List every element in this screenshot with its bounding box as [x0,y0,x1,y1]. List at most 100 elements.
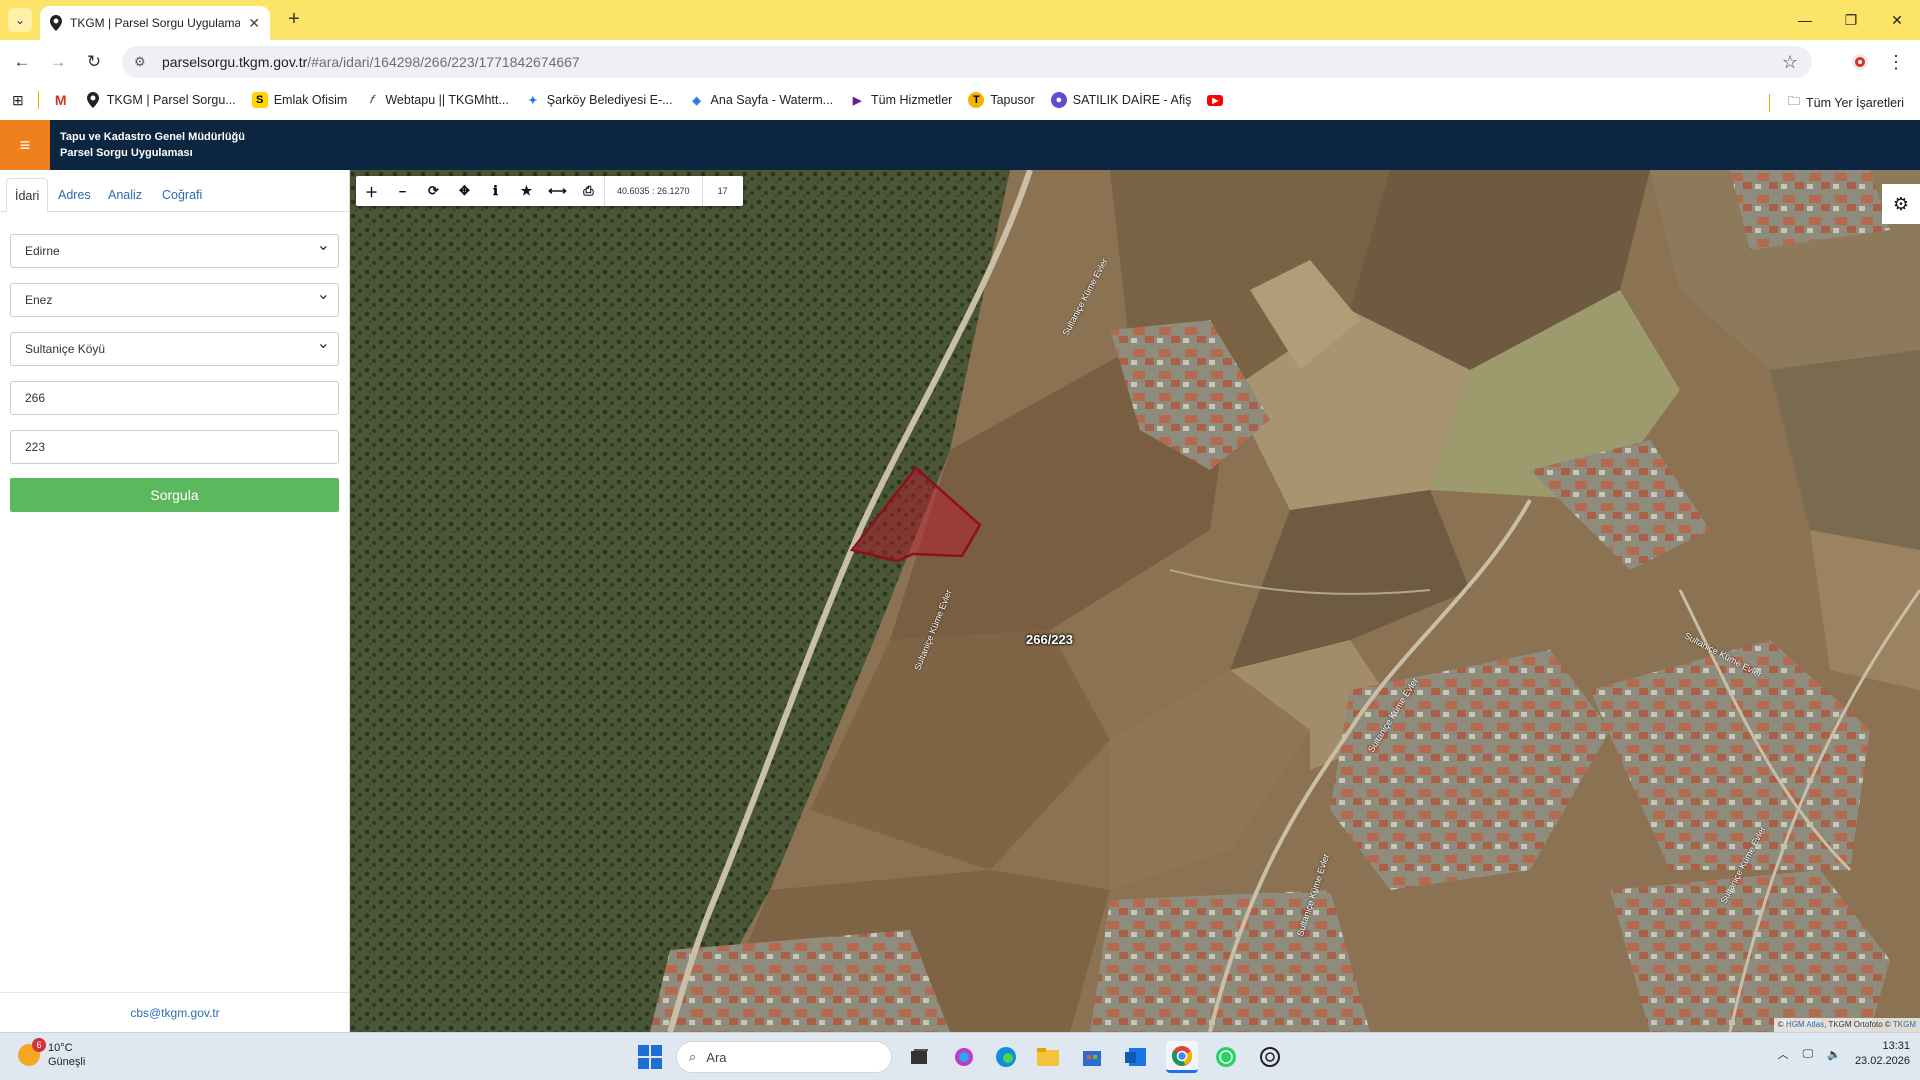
bookmark-sarkoy-belediyesi[interactable]: ✦ Şarköy Belediyesi E-... [525,92,672,108]
neighborhood-select[interactable]: Sultaniçe Köyü [10,328,339,366]
minimize-icon[interactable]: — [1782,0,1828,40]
tab-adres[interactable]: Adres [50,178,99,212]
map-view[interactable]: ＋ − ⟳ ✥ ℹ ★ ⟷ ⎙ 40.6035 : 26.1270 17 ⚙ S… [350,170,1920,1032]
tab-title: TKGM | Parsel Sorgu Uygulaması [70,16,241,30]
all-bookmarks[interactable]: 🗀 Tüm Yer İşaretleri [1768,92,1904,113]
microsoft-365-icon[interactable] [948,1041,980,1073]
search-icon: ⌕ [689,1049,697,1064]
site-info-icon[interactable]: ⚙ [134,54,156,70]
bookmark-gmail[interactable]: M [53,92,69,108]
show-hidden-icons-chevron-icon[interactable]: ︿ [1778,1046,1789,1062]
weather-widget[interactable]: 6 10°C Güneşli [18,1038,86,1069]
tkgm-link[interactable]: TKGM [1893,1020,1916,1029]
province-select[interactable]: Edirne [10,230,339,268]
query-panel: İdari Adres Analiz Coğrafi Edirne Enez S… [0,170,350,1032]
parcel-label[interactable]: 266/223 [1026,632,1073,647]
star-icon[interactable]: ★ [511,176,542,206]
apps-grid-icon[interactable]: ⊞ [12,92,24,109]
extension-icon[interactable] [1850,52,1870,72]
file-explorer-icon[interactable] [1032,1041,1064,1073]
sun-icon: 6 [18,1038,46,1066]
address-bar[interactable]: ⚙ parselsorgu.tkgm.gov.tr/#ara/idari/164… [122,46,1812,78]
district-select[interactable]: Enez [10,279,339,317]
bookmarks-separator [1768,93,1770,112]
browser-menu-icon[interactable]: ⋮ [1886,52,1906,72]
tab-cografi[interactable]: Coğrafi [154,178,210,212]
microsoft-store-icon[interactable] [1076,1041,1108,1073]
s-logo-icon: S [251,92,268,108]
bookmark-tum-hizmetler[interactable]: ▶ Tüm Hizmetler [849,92,953,108]
sorgula-button[interactable]: Sorgula [10,478,339,512]
windows-start-icon[interactable] [638,1045,662,1069]
gmail-icon: M [54,92,67,108]
coordinate-readout: 40.6035 : 26.1270 [604,176,703,206]
bookmark-satilik-daire[interactable]: ● SATILIK DAİRE - Afiş [1050,92,1191,108]
location-pin-icon [50,15,62,31]
webtapu-icon: 𝑓 [369,93,374,106]
bookmarks-separator [37,91,39,109]
bookmark-emlak-ofisim[interactable]: S Emlak Ofisim [251,92,347,108]
youtube-icon: ▶ [1207,94,1224,106]
weather-temp: 10°C [48,1042,73,1054]
afis-icon: ● [1050,92,1067,108]
print-icon[interactable]: ⎙ [573,176,604,206]
tab-idari[interactable]: İdari [6,178,49,212]
map-settings-gear-icon[interactable]: ⚙ [1882,184,1920,224]
app-title: Tapu ve Kadastro Genel Müdürlüğü Parsel … [60,131,245,159]
map-toolbar: ＋ − ⟳ ✥ ℹ ★ ⟷ ⎙ 40.6035 : 26.1270 17 [356,176,743,206]
close-tab-icon[interactable]: ✕ [248,15,260,32]
bookmark-ana-sayfa[interactable]: ◈ Ana Sayfa - Waterm... [689,92,833,108]
weather-badge: 6 [32,1038,46,1052]
play-arrow-icon: ▶ [852,94,862,107]
close-window-icon[interactable]: ✕ [1874,0,1920,40]
refresh-icon[interactable]: ⟳ [418,176,449,206]
bookmark-star-icon[interactable]: ☆ [1782,52,1798,73]
app-header: ≡ Tapu ve Kadastro Genel Müdürlüğü Parse… [0,120,1920,170]
whatsapp-icon[interactable] [1210,1041,1242,1073]
tab-analiz[interactable]: Analiz [100,178,150,212]
url-text: parselsorgu.tkgm.gov.tr/#ara/idari/16429… [162,54,580,70]
measure-icon[interactable]: ⟷ [542,176,573,206]
chatgpt-icon[interactable] [1254,1041,1286,1073]
location-pin-icon [85,92,101,108]
task-view-icon[interactable] [904,1041,936,1073]
back-arrow-icon[interactable]: ← [10,50,34,74]
info-icon[interactable]: ℹ [480,176,511,206]
network-icon[interactable]: 🖵 [1803,1048,1814,1061]
forward-arrow-icon[interactable]: → [46,50,70,74]
volume-icon[interactable]: 🔈 [1827,1048,1841,1061]
bookmark-tkgm[interactable]: TKGM | Parsel Sorgu... [85,92,236,108]
bookmark-tapusor[interactable]: T Tapusor [968,92,1035,108]
hgm-atlas-link[interactable]: HGM Atlas [1786,1020,1824,1029]
system-tray: ︿ 🖵 🔈 13:31 23.02.2026 [1778,1039,1910,1069]
footer-email-link[interactable]: cbs@tkgm.gov.tr [0,992,350,1032]
new-tab-button[interactable]: + [282,8,306,32]
hamburger-menu-icon[interactable]: ≡ [0,120,50,170]
zoom-out-icon[interactable]: − [387,176,418,206]
taskbar-search[interactable]: ⌕ Ara [676,1041,892,1073]
restore-icon[interactable]: ❐ [1828,0,1874,40]
bookmark-youtube[interactable]: ▶ [1207,94,1224,106]
edge-icon[interactable] [990,1041,1022,1073]
tab-list-chevron-icon[interactable]: ⌄ [8,8,32,32]
parcel-input[interactable]: 223 [10,430,339,464]
map-attribution: © HGM Atlas, TKGM Ortofoto © TKGM [1773,1018,1920,1032]
tapusor-icon: T [968,92,985,108]
folder-icon: 🗀 [1787,94,1801,108]
weather-desc: Güneşli [48,1056,86,1068]
block-input[interactable]: 266 [10,381,339,415]
bookmark-webtapu[interactable]: 𝑓 Webtapu || TKGMhtt... [363,92,509,108]
sarkoy-icon: ✦ [528,94,538,107]
browser-tab-bar: ⌄ TKGM | Parsel Sorgu Uygulaması ✕ + — ❐… [0,0,1920,40]
clock[interactable]: 13:31 23.02.2026 [1855,1039,1910,1069]
locate-icon[interactable]: ✥ [449,176,480,206]
watermark-icon: ◈ [692,94,701,107]
outlook-icon[interactable] [1120,1041,1152,1073]
zoom-in-icon[interactable]: ＋ [356,176,387,206]
browser-tab[interactable]: TKGM | Parsel Sorgu Uygulaması ✕ [40,6,270,40]
chrome-icon[interactable] [1166,1041,1198,1073]
reload-icon[interactable]: ↻ [82,50,106,74]
windows-taskbar: 6 10°C Güneşli ⌕ Ara ︿ 🖵 🔈 13:31 23.02.2… [0,1032,1920,1080]
zoom-level: 17 [717,186,728,196]
browser-toolbar: ← → ↻ ⚙ parselsorgu.tkgm.gov.tr/#ara/ida… [0,40,1920,84]
